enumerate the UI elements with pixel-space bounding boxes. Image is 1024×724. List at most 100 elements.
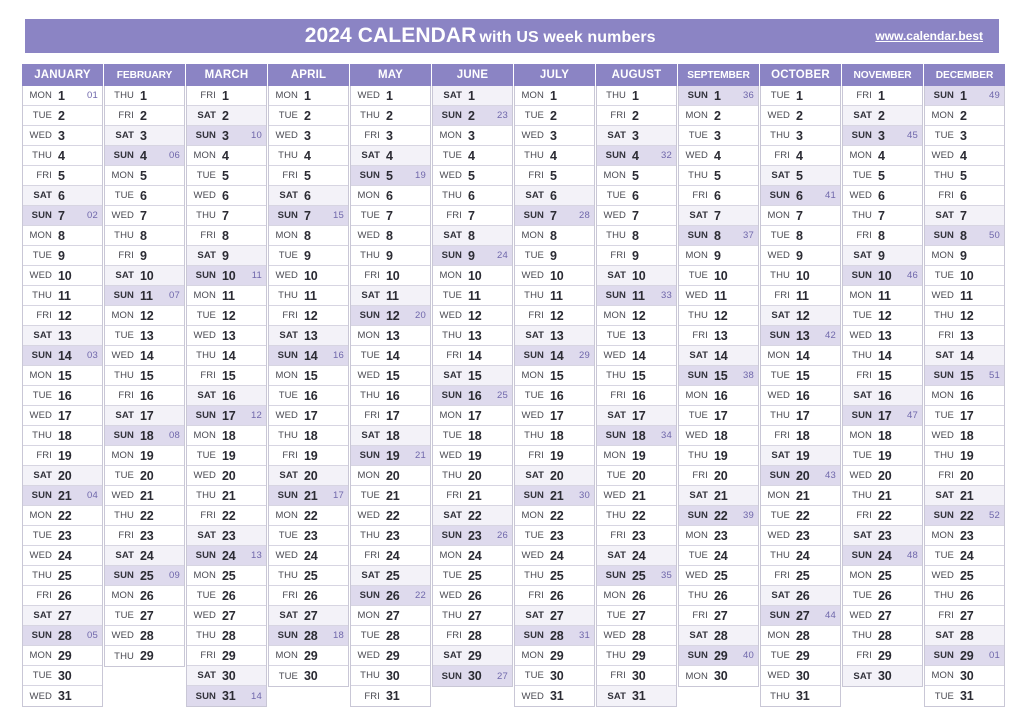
day-row[interactable]: TUE 24 bbox=[925, 546, 1004, 566]
day-row[interactable]: WED 27 bbox=[187, 606, 266, 626]
day-row[interactable]: SUN 1 36 bbox=[679, 86, 758, 106]
day-row[interactable]: SAT 13 bbox=[515, 326, 594, 346]
day-row[interactable]: MON 23 bbox=[679, 526, 758, 546]
day-row[interactable]: TUE 18 bbox=[433, 426, 512, 446]
day-row[interactable]: SUN 18 08 bbox=[105, 426, 184, 446]
day-row[interactable]: MON 18 bbox=[843, 426, 922, 446]
month-header[interactable]: MAY bbox=[350, 64, 431, 86]
day-row[interactable]: MON 18 bbox=[187, 426, 266, 446]
day-row[interactable]: WED 25 bbox=[925, 566, 1004, 586]
day-row[interactable]: WED 23 bbox=[761, 526, 840, 546]
day-row[interactable]: THU 26 bbox=[925, 586, 1004, 606]
day-row[interactable]: WED 20 bbox=[187, 466, 266, 486]
month-header[interactable]: DECEMBER bbox=[924, 64, 1005, 86]
day-row[interactable]: TUE 4 bbox=[433, 146, 512, 166]
day-row[interactable]: SUN 24 48 bbox=[843, 546, 922, 566]
day-row[interactable]: TUE 12 bbox=[187, 306, 266, 326]
day-row[interactable]: THU 18 bbox=[269, 426, 348, 446]
day-row[interactable]: SAT 3 bbox=[597, 126, 676, 146]
day-row[interactable]: WED 14 bbox=[597, 346, 676, 366]
day-row[interactable]: WED 9 bbox=[761, 246, 840, 266]
month-header[interactable]: SEPTEMBER bbox=[678, 64, 759, 86]
day-row[interactable]: FRI 27 bbox=[679, 606, 758, 626]
day-row[interactable]: FRI 15 bbox=[187, 366, 266, 386]
day-row[interactable]: WED 24 bbox=[269, 546, 348, 566]
day-row[interactable]: SAT 5 bbox=[761, 166, 840, 186]
day-row[interactable]: SUN 22 52 bbox=[925, 506, 1004, 526]
day-row[interactable]: SUN 15 38 bbox=[679, 366, 758, 386]
day-row[interactable]: WED 30 bbox=[761, 666, 840, 686]
day-row[interactable]: SAT 6 bbox=[515, 186, 594, 206]
day-row[interactable]: TUE 9 bbox=[269, 246, 348, 266]
month-header[interactable]: AUGUST bbox=[596, 64, 677, 86]
day-row[interactable]: THU 1 bbox=[597, 86, 676, 106]
day-row[interactable]: MON 14 bbox=[761, 346, 840, 366]
day-row[interactable]: FRI 12 bbox=[23, 306, 102, 326]
day-row[interactable]: SAT 2 bbox=[187, 106, 266, 126]
day-row[interactable]: MON 12 bbox=[105, 306, 184, 326]
day-row[interactable]: TUE 13 bbox=[105, 326, 184, 346]
day-row[interactable]: TUE 8 bbox=[761, 226, 840, 246]
day-row[interactable]: SUN 1 49 bbox=[925, 86, 1004, 106]
day-row[interactable]: FRI 24 bbox=[351, 546, 430, 566]
day-row[interactable]: SUN 4 32 bbox=[597, 146, 676, 166]
day-row[interactable]: SUN 18 34 bbox=[597, 426, 676, 446]
day-row[interactable]: THU 29 bbox=[105, 646, 184, 666]
day-row[interactable]: THU 3 bbox=[761, 126, 840, 146]
day-row[interactable]: WED 13 bbox=[187, 326, 266, 346]
day-row[interactable]: THU 15 bbox=[105, 366, 184, 386]
day-row[interactable]: WED 13 bbox=[843, 326, 922, 346]
day-row[interactable]: FRI 26 bbox=[23, 586, 102, 606]
website-url-link[interactable]: www.calendar.best bbox=[875, 29, 987, 43]
day-row[interactable]: WED 10 bbox=[515, 266, 594, 286]
day-row[interactable]: THU 5 bbox=[925, 166, 1004, 186]
day-row[interactable]: TUE 30 bbox=[269, 666, 348, 686]
day-row[interactable]: WED 11 bbox=[679, 286, 758, 306]
day-row[interactable]: FRI 22 bbox=[843, 506, 922, 526]
day-row[interactable]: MON 21 bbox=[761, 486, 840, 506]
day-row[interactable]: SAT 27 bbox=[269, 606, 348, 626]
day-row[interactable]: THU 27 bbox=[433, 606, 512, 626]
day-row[interactable]: MON 26 bbox=[105, 586, 184, 606]
day-row[interactable]: THU 19 bbox=[925, 446, 1004, 466]
day-row[interactable]: MON 28 bbox=[761, 626, 840, 646]
day-row[interactable]: TUE 16 bbox=[269, 386, 348, 406]
day-row[interactable]: THU 22 bbox=[105, 506, 184, 526]
day-row[interactable]: FRI 12 bbox=[515, 306, 594, 326]
day-row[interactable]: TUE 31 bbox=[925, 686, 1004, 706]
day-row[interactable]: MON 8 bbox=[269, 226, 348, 246]
day-row[interactable]: MON 27 bbox=[351, 606, 430, 626]
day-row[interactable]: THU 11 bbox=[515, 286, 594, 306]
day-row[interactable]: TUE 27 bbox=[597, 606, 676, 626]
day-row[interactable]: MON 15 bbox=[269, 366, 348, 386]
day-row[interactable]: THU 14 bbox=[187, 346, 266, 366]
day-row[interactable]: SUN 14 29 bbox=[515, 346, 594, 366]
day-row[interactable]: THU 26 bbox=[679, 586, 758, 606]
day-row[interactable]: THU 1 bbox=[105, 86, 184, 106]
day-row[interactable]: TUE 17 bbox=[925, 406, 1004, 426]
day-row[interactable]: MON 20 bbox=[351, 466, 430, 486]
day-row[interactable]: FRI 12 bbox=[269, 306, 348, 326]
day-row[interactable]: SUN 19 21 bbox=[351, 446, 430, 466]
day-row[interactable]: THU 8 bbox=[105, 226, 184, 246]
day-row[interactable]: THU 28 bbox=[843, 626, 922, 646]
day-row[interactable]: MON 8 bbox=[23, 226, 102, 246]
day-row[interactable]: TUE 11 bbox=[433, 286, 512, 306]
day-row[interactable]: MON 15 bbox=[515, 366, 594, 386]
day-row[interactable]: FRI 6 bbox=[925, 186, 1004, 206]
day-row[interactable]: THU 11 bbox=[23, 286, 102, 306]
day-row[interactable]: TUE 19 bbox=[843, 446, 922, 466]
day-row[interactable]: SAT 7 bbox=[925, 206, 1004, 226]
month-header[interactable]: JANUARY bbox=[22, 64, 103, 86]
day-row[interactable]: SUN 16 25 bbox=[433, 386, 512, 406]
day-row[interactable]: FRI 1 bbox=[187, 86, 266, 106]
day-row[interactable]: SUN 17 47 bbox=[843, 406, 922, 426]
day-row[interactable]: THU 4 bbox=[269, 146, 348, 166]
day-row[interactable]: WED 28 bbox=[597, 626, 676, 646]
day-row[interactable]: SUN 31 14 bbox=[187, 686, 266, 706]
day-row[interactable]: SAT 28 bbox=[679, 626, 758, 646]
day-row[interactable]: TUE 6 bbox=[105, 186, 184, 206]
day-row[interactable]: WED 6 bbox=[187, 186, 266, 206]
day-row[interactable]: SAT 20 bbox=[23, 466, 102, 486]
day-row[interactable]: SAT 13 bbox=[23, 326, 102, 346]
